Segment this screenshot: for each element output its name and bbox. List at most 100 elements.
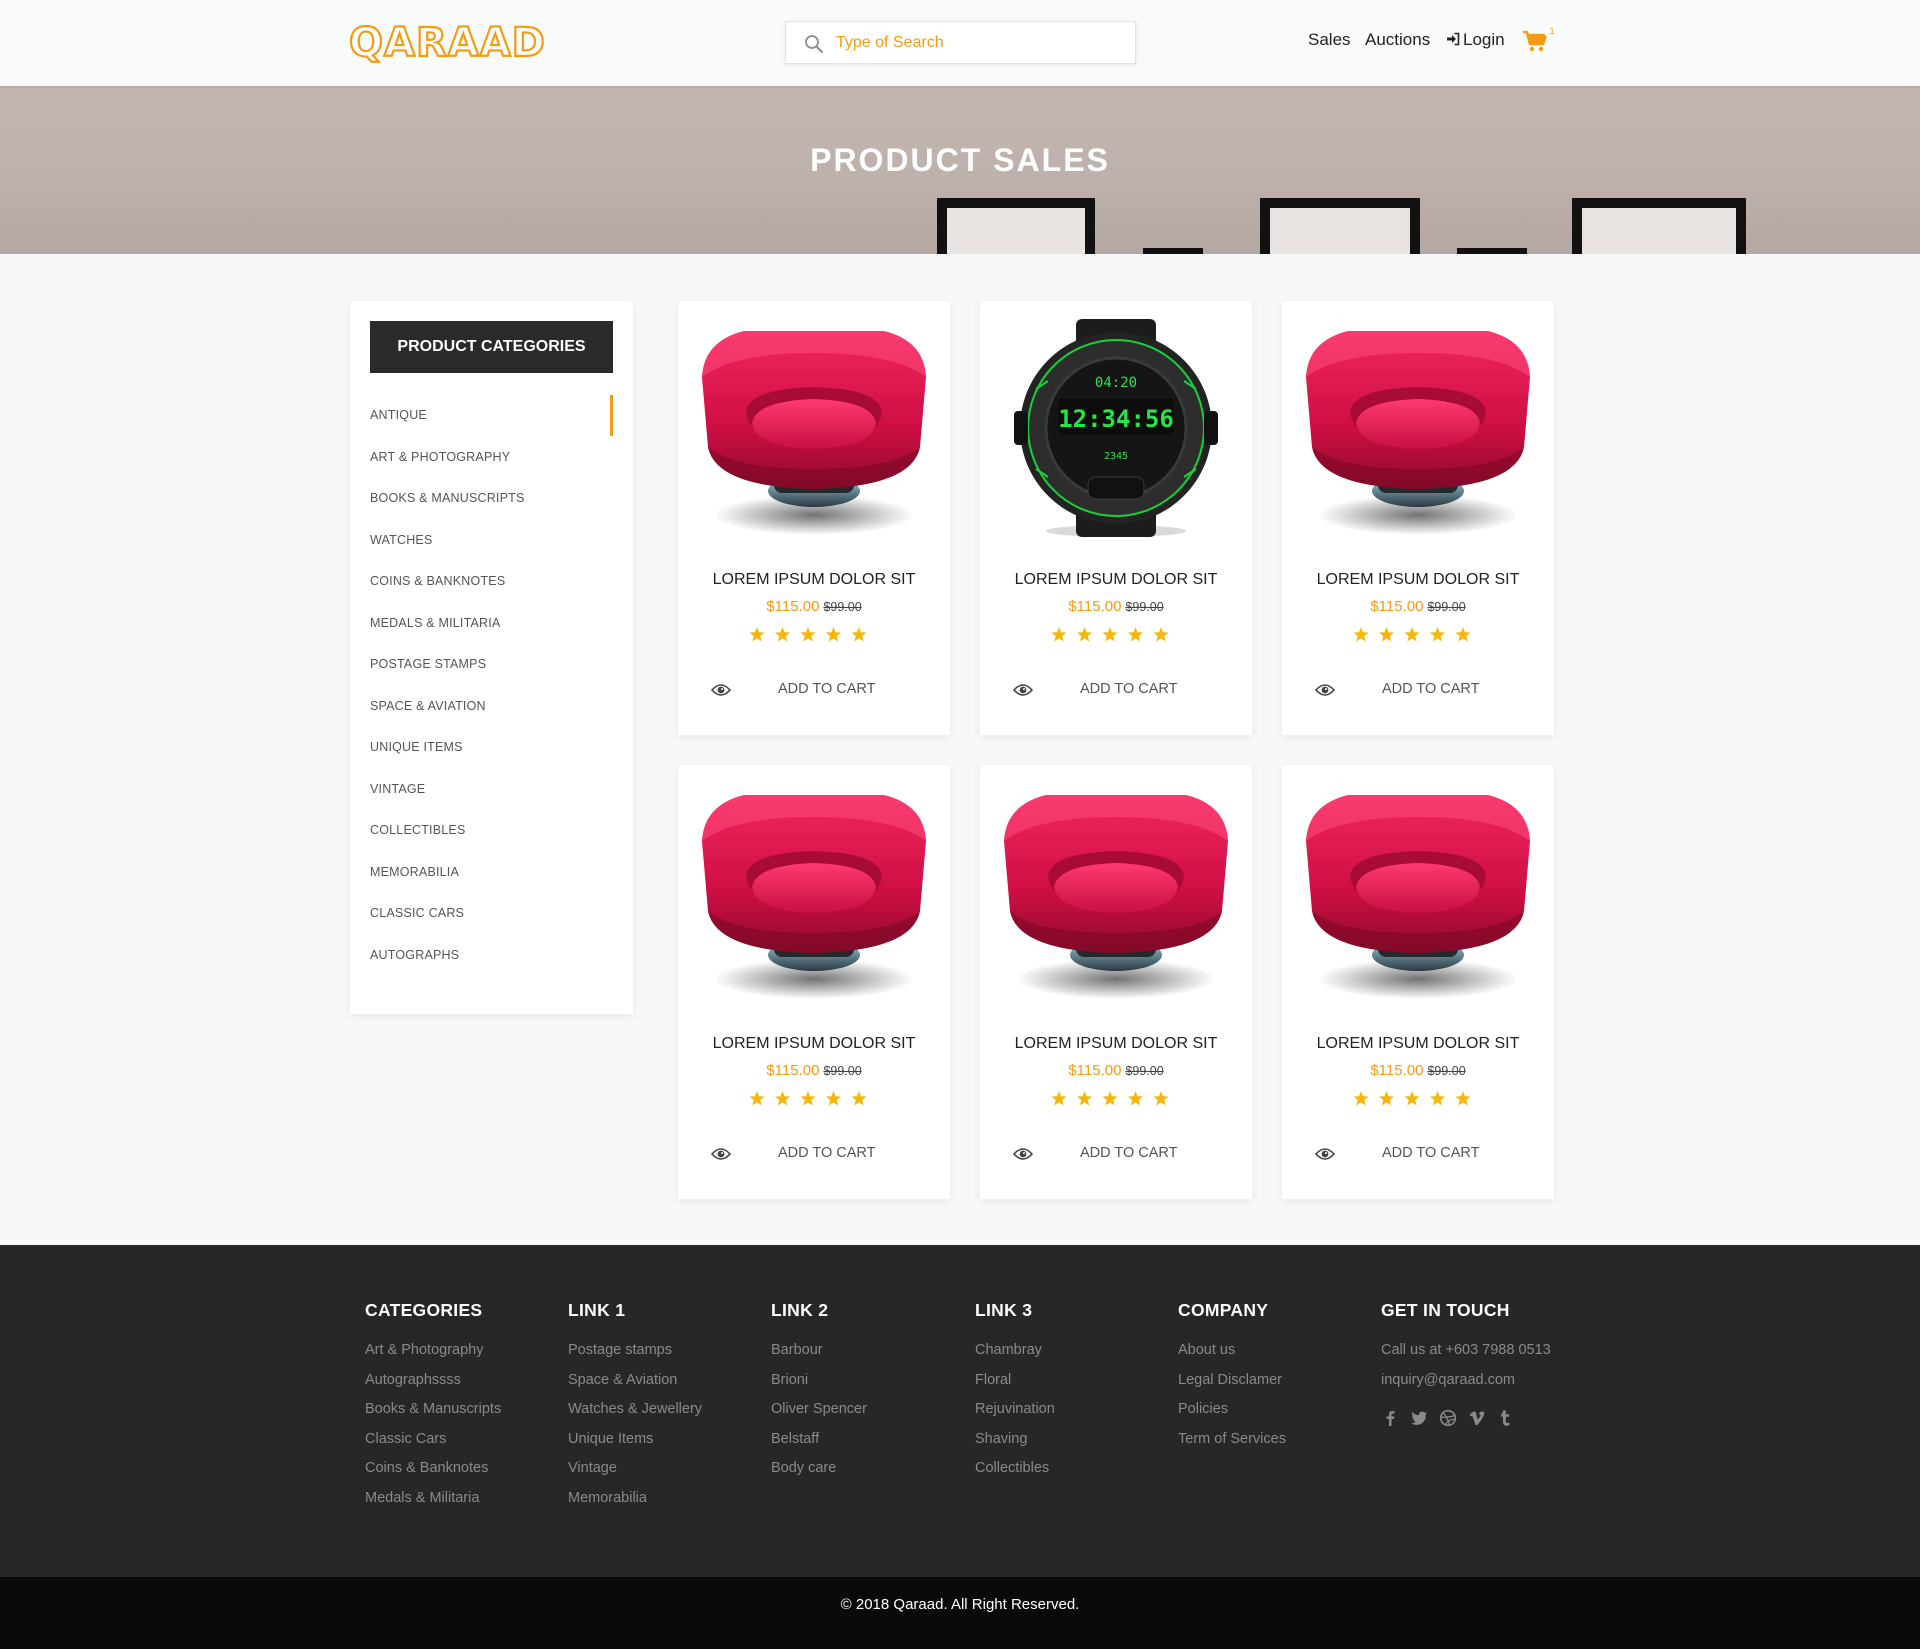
twitter-icon[interactable] [1410,1409,1428,1427]
footer-link[interactable]: About us [1178,1336,1286,1366]
footer-link[interactable]: Oliver Spencer [771,1395,867,1425]
product-card[interactable]: LOREM IPSUM DOLOR SIT $115.00 $99.00 ADD … [1282,301,1554,735]
product-title[interactable]: LOREM IPSUM DOLOR SIT [678,571,950,589]
quick-view-eye-icon[interactable] [710,683,732,697]
sidebar-category-item[interactable]: SPACE & AVIATION [370,686,613,727]
footer-link[interactable]: Coins & Banknotes [365,1454,501,1484]
add-to-cart-button[interactable]: ADD TO CART [1080,681,1178,697]
star-icon [749,1091,765,1106]
tumblr-icon[interactable] [1497,1409,1515,1427]
sidebar-category-item[interactable]: CLASSIC CARS [370,893,613,934]
search-input[interactable] [836,22,1126,63]
star-icon [1153,627,1169,642]
quick-view-eye-icon[interactable] [1314,1147,1336,1161]
site-logo[interactable]: QARAAD [348,19,546,67]
add-to-cart-button[interactable]: ADD TO CART [778,681,876,697]
footer-link[interactable]: Watches & Jewellery [568,1395,702,1425]
footer-link[interactable]: Term of Services [1178,1425,1286,1455]
star-icon [1102,1091,1118,1106]
sidebar-category-item[interactable]: UNIQUE ITEMS [370,727,613,768]
footer-link[interactable]: Brioni [771,1366,867,1396]
footer-link[interactable]: Shaving [975,1425,1055,1455]
star-icon [1127,627,1144,642]
footer-link[interactable]: Chambray [975,1336,1055,1366]
footer-link[interactable]: Books & Manuscripts [365,1395,501,1425]
current-price: $115.00 [1068,1062,1122,1079]
vimeo-icon[interactable] [1468,1409,1486,1427]
sidebar-category-item[interactable]: POSTAGE STAMPS [370,644,613,685]
footer-link[interactable]: Collectibles [975,1454,1055,1484]
footer-link[interactable]: Medals & Militaria [365,1484,501,1514]
sidebar-category-item[interactable]: ANTIQUE [370,395,613,436]
quick-view-eye-icon[interactable] [1012,683,1034,697]
product-card[interactable]: LOREM IPSUM DOLOR SIT $115.00 $99.00 ADD … [678,301,950,735]
rating-stars [1352,626,1484,644]
star-icon [1429,1091,1446,1106]
sidebar-category-item[interactable]: ART & PHOTOGRAPHY [370,437,613,478]
product-title[interactable]: LOREM IPSUM DOLOR SIT [980,571,1252,589]
footer-link[interactable]: Autographssss [365,1366,501,1396]
product-title[interactable]: LOREM IPSUM DOLOR SIT [1282,571,1554,589]
footer-column-title: LINK 1 [568,1300,626,1320]
footer-link[interactable]: Memorabilia [568,1484,702,1514]
sidebar-category-item[interactable]: WATCHES [370,520,613,561]
sidebar-category-item[interactable]: MEMORABILIA [370,852,613,893]
product-image[interactable] [694,319,934,539]
footer-link[interactable]: inquiry@qaraad.com [1381,1366,1551,1396]
footer-link[interactable]: Call us at +603 7988 0513 [1381,1336,1551,1366]
footer-link[interactable]: Floral [975,1366,1055,1396]
nav-auctions-link[interactable]: Auctions [1365,30,1430,50]
sidebar-category-item[interactable]: COINS & BANKNOTES [370,561,613,602]
add-to-cart-button[interactable]: ADD TO CART [778,1145,876,1161]
quick-view-eye-icon[interactable] [1012,1147,1034,1161]
nav-sales-link[interactable]: Sales [1308,30,1351,50]
quick-view-eye-icon[interactable] [710,1147,732,1161]
social-links [1381,1409,1551,1427]
product-image[interactable] [694,783,934,1003]
product-title[interactable]: LOREM IPSUM DOLOR SIT [678,1035,950,1053]
nav-login-link[interactable]: Login [1446,30,1505,50]
product-image[interactable] [996,783,1236,1003]
add-to-cart-button[interactable]: ADD TO CART [1382,1145,1480,1161]
footer-link[interactable]: Vintage [568,1454,702,1484]
footer-link[interactable]: Rejuvination [975,1395,1055,1425]
dribbble-icon[interactable] [1439,1409,1457,1427]
star-icon [1378,627,1395,642]
product-image[interactable]: 04:20 12:34:56 2345 [996,319,1236,539]
product-card[interactable]: 04:20 12:34:56 2345 LOREM IPSUM DOLOR SI… [980,301,1252,735]
product-card[interactable]: LOREM IPSUM DOLOR SIT $115.00 $99.00 ADD … [678,765,950,1199]
add-to-cart-button[interactable]: ADD TO CART [1080,1145,1178,1161]
sidebar-category-item[interactable]: AUTOGRAPHS [370,935,613,976]
sidebar-category-item[interactable]: MEDALS & MILITARIA [370,603,613,644]
facebook-icon[interactable] [1381,1409,1399,1427]
quick-view-eye-icon[interactable] [1314,683,1336,697]
sidebar-category-item[interactable]: COLLECTIBLES [370,810,613,851]
add-to-cart-button[interactable]: ADD TO CART [1382,681,1480,697]
product-card[interactable]: LOREM IPSUM DOLOR SIT $115.00 $99.00 ADD … [1282,765,1554,1199]
search-box[interactable] [785,21,1136,64]
footer-link[interactable]: Policies [1178,1395,1286,1425]
product-card[interactable]: LOREM IPSUM DOLOR SIT $115.00 $99.00 ADD … [980,765,1252,1199]
footer-link[interactable]: Legal Disclamer [1178,1366,1286,1396]
footer-link[interactable]: Postage stamps [568,1336,702,1366]
footer-link[interactable]: Art & Photography [365,1336,501,1366]
star-icon [749,627,765,642]
footer-column: COMPANY About us Legal Disclamer Policies Te… [1178,1300,1286,1454]
footer-link[interactable]: Body care [771,1454,867,1484]
sidebar-category-item[interactable]: BOOKS & MANUSCRIPTS [370,478,613,519]
footer-column: LINK 3 Chambray Floral Rejuvination Shaving C… [975,1300,1055,1484]
old-price: $99.00 [1427,600,1466,614]
footer-link[interactable]: Belstaff [771,1425,867,1455]
current-price: $115.00 [1370,1062,1424,1079]
footer-link[interactable]: Space & Aviation [568,1366,702,1396]
sign-in-icon [1447,32,1460,46]
sidebar-title: PRODUCT CATEGORIES [370,321,613,373]
product-image[interactable] [1298,783,1538,1003]
footer-link[interactable]: Unique Items [568,1425,702,1455]
sidebar-category-item[interactable]: VINTAGE [370,769,613,810]
product-title[interactable]: LOREM IPSUM DOLOR SIT [1282,1035,1554,1053]
footer-link[interactable]: Classic Cars [365,1425,501,1455]
footer-link[interactable]: Barbour [771,1336,867,1366]
product-title[interactable]: LOREM IPSUM DOLOR SIT [980,1035,1252,1053]
product-image[interactable] [1298,319,1538,539]
